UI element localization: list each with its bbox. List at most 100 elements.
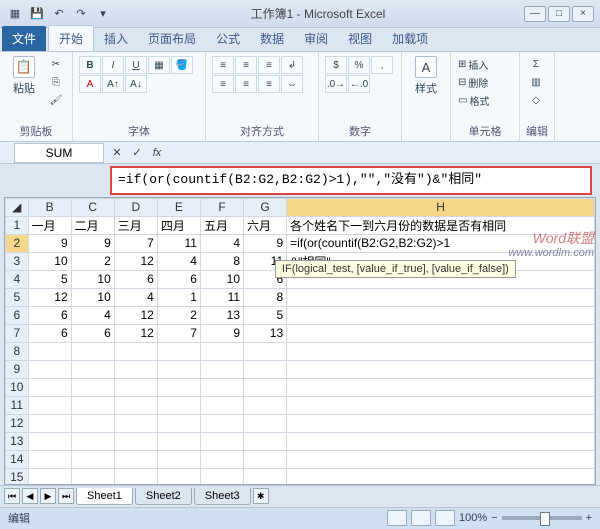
cell[interactable] (244, 432, 287, 450)
cell[interactable] (287, 450, 595, 468)
cell[interactable] (287, 360, 595, 378)
zoom-in-icon[interactable]: + (586, 512, 592, 524)
cell[interactable] (287, 288, 595, 306)
cell[interactable] (244, 396, 287, 414)
font-shrink-icon[interactable]: A↓ (125, 75, 147, 93)
cell[interactable] (71, 450, 114, 468)
col-header-e[interactable]: E (157, 198, 200, 216)
row-header[interactable]: 11 (6, 396, 29, 414)
insert-cells-button[interactable]: ⊞ 插入 (457, 56, 513, 72)
cell[interactable]: 6 (28, 324, 71, 342)
name-box[interactable]: SUM (14, 143, 104, 163)
row-header[interactable]: 4 (6, 270, 29, 288)
cell[interactable]: 13 (200, 306, 243, 324)
tab-formulas[interactable]: 公式 (206, 26, 250, 51)
comma-icon[interactable]: , (371, 56, 393, 74)
zoom-out-icon[interactable]: − (491, 512, 497, 524)
close-button[interactable]: × (572, 6, 594, 22)
merge-icon[interactable]: ⇔ (281, 75, 303, 93)
fill-icon[interactable]: ▥ (526, 74, 546, 90)
cell[interactable]: 13 (244, 324, 287, 342)
cell[interactable]: 11 (157, 234, 200, 252)
new-sheet-icon[interactable]: ✱ (253, 488, 269, 504)
border-icon[interactable]: ▦ (148, 56, 170, 74)
cell[interactable] (287, 468, 595, 485)
cell[interactable]: 12 (114, 324, 157, 342)
cell[interactable] (28, 468, 71, 485)
cell[interactable] (71, 360, 114, 378)
row-header[interactable]: 7 (6, 324, 29, 342)
col-header-d[interactable]: D (114, 198, 157, 216)
percent-icon[interactable]: % (348, 56, 370, 74)
row-header[interactable]: 9 (6, 360, 29, 378)
tab-addins[interactable]: 加载项 (382, 26, 438, 51)
sheet-nav-prev-icon[interactable]: ◀ (22, 488, 38, 504)
cell[interactable] (114, 378, 157, 396)
align-center-icon[interactable]: ≡ (235, 75, 257, 93)
cell[interactable]: 9 (244, 234, 287, 252)
tab-view[interactable]: 视图 (338, 26, 382, 51)
cell[interactable]: 10 (28, 252, 71, 270)
dec-decimal-icon[interactable]: ←.0 (348, 75, 370, 93)
select-all-corner[interactable]: ◢ (6, 198, 29, 216)
tab-insert[interactable]: 插入 (94, 26, 138, 51)
undo-icon[interactable]: ↶ (50, 5, 68, 23)
cut-icon[interactable]: ✂ (46, 56, 66, 72)
worksheet-grid[interactable]: ◢ B C D E F G H 1 一月 二月 三月 四月 五月 六月 各个姓名… (4, 197, 596, 485)
fill-color-icon[interactable]: 🪣 (171, 56, 193, 74)
sheet-tab[interactable]: Sheet1 (76, 488, 133, 505)
sheet-tab[interactable]: Sheet2 (135, 488, 192, 505)
cell[interactable] (28, 342, 71, 360)
sheet-tab[interactable]: Sheet3 (194, 488, 251, 505)
autosum-icon[interactable]: Σ (526, 56, 546, 72)
cell[interactable] (287, 378, 595, 396)
cell[interactable]: 三月 (114, 216, 157, 234)
cell[interactable]: 6 (71, 324, 114, 342)
font-grow-icon[interactable]: A↑ (102, 75, 124, 93)
cell[interactable]: =if(or(countif(B2:G2,B2:G2)>1 (287, 234, 595, 252)
bold-icon[interactable]: B (79, 56, 101, 74)
row-header[interactable]: 15 (6, 468, 29, 485)
cell[interactable]: 5 (244, 306, 287, 324)
cell[interactable]: 6 (28, 306, 71, 324)
tab-file[interactable]: 文件 (2, 26, 46, 51)
cell[interactable] (244, 342, 287, 360)
cell[interactable]: 4 (157, 252, 200, 270)
cell[interactable]: 11 (200, 288, 243, 306)
cell[interactable]: 六月 (244, 216, 287, 234)
cell[interactable]: 6 (114, 270, 157, 288)
cell[interactable] (114, 450, 157, 468)
row-header[interactable]: 5 (6, 288, 29, 306)
cell[interactable] (244, 414, 287, 432)
view-layout-icon[interactable] (411, 510, 431, 526)
cell[interactable] (114, 414, 157, 432)
cell[interactable] (200, 360, 243, 378)
cell[interactable]: 12 (28, 288, 71, 306)
col-header-c[interactable]: C (71, 198, 114, 216)
cell[interactable]: 10 (200, 270, 243, 288)
cell[interactable] (244, 450, 287, 468)
cell[interactable] (157, 450, 200, 468)
styles-button[interactable]: A 样式 (408, 56, 444, 96)
row-header[interactable]: 6 (6, 306, 29, 324)
row-header[interactable]: 14 (6, 450, 29, 468)
cell[interactable]: 12 (114, 306, 157, 324)
cell[interactable]: 12 (114, 252, 157, 270)
sheet-nav-next-icon[interactable]: ▶ (40, 488, 56, 504)
row-header[interactable]: 13 (6, 432, 29, 450)
cell[interactable]: 8 (244, 288, 287, 306)
currency-icon[interactable]: $ (325, 56, 347, 74)
tab-data[interactable]: 数据 (250, 26, 294, 51)
italic-icon[interactable]: I (102, 56, 124, 74)
cell[interactable] (200, 450, 243, 468)
cell[interactable] (244, 378, 287, 396)
row-header[interactable]: 3 (6, 252, 29, 270)
formula-bar[interactable]: =if(or(countif(B2:G2,B2:G2)>1),"","没有")&… (110, 166, 592, 195)
cell[interactable]: 10 (71, 270, 114, 288)
align-right-icon[interactable]: ≡ (258, 75, 280, 93)
cell[interactable]: 四月 (157, 216, 200, 234)
cell[interactable] (200, 342, 243, 360)
cell[interactable]: 10 (71, 288, 114, 306)
col-header-b[interactable]: B (28, 198, 71, 216)
clear-icon[interactable]: ◇ (526, 92, 546, 108)
